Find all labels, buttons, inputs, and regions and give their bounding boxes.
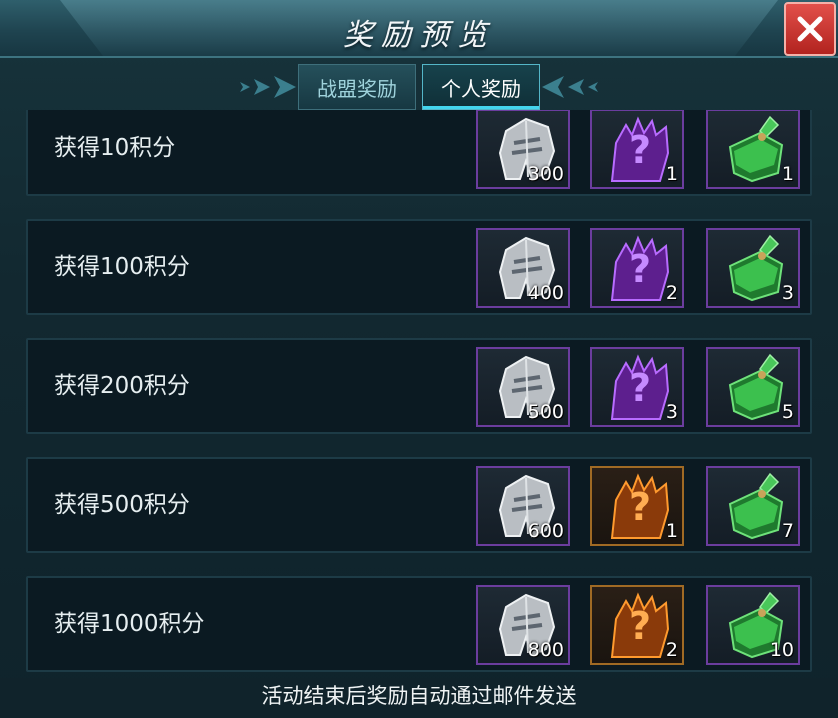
purple-mystery-mount-icon: ? — [610, 235, 670, 301]
reward-row: 获得500积分 600? 1 7 — [26, 457, 812, 553]
orange-mystery-mount-icon: ? — [610, 473, 670, 539]
green-potion-icon — [728, 115, 784, 183]
green-potion-icon — [728, 234, 784, 302]
tab-personal-rewards[interactable]: 个人奖励 — [422, 64, 540, 110]
reward-row: 获得100积分 400? 2 3 — [26, 219, 812, 315]
reward-item-count: 3 — [781, 282, 794, 304]
reward-item-count: 400 — [527, 282, 564, 304]
reward-item-slot[interactable]: 600 — [476, 466, 570, 546]
panel-title: 奖励预览 — [343, 18, 495, 53]
right-wing-ornament-icon — [542, 76, 598, 98]
reward-item-slot[interactable]: 3 — [706, 228, 800, 308]
reward-list[interactable]: 获得10积分 300? 1 1 获得100积分 400? 2 3 获得200积分 500… — [26, 110, 812, 678]
tab-guild-rewards[interactable]: 战盟奖励 — [298, 64, 416, 110]
reward-row: 获得1000积分 800? 2 10 — [26, 576, 812, 672]
reward-item-count: 1 — [665, 520, 678, 542]
green-potion-icon — [728, 353, 784, 421]
reward-row: 获得200积分 500? 3 5 — [26, 338, 812, 434]
tab-bar: 战盟奖励 个人奖励 — [0, 58, 838, 112]
left-wing-ornament-icon — [240, 76, 296, 98]
reward-row-label: 获得10积分 — [54, 135, 176, 161]
close-button[interactable] — [784, 2, 836, 56]
reward-item-count: 1 — [781, 163, 794, 185]
reward-item-count: 3 — [665, 401, 678, 423]
reward-row-label: 获得200积分 — [54, 373, 190, 399]
reward-row: 获得10积分 300? 1 1 — [26, 110, 812, 196]
reward-item-count: 2 — [665, 282, 678, 304]
reward-item-slot[interactable]: 10 — [706, 585, 800, 665]
reward-item-slot[interactable]: 1 — [706, 110, 800, 189]
reward-item-count: 600 — [527, 520, 564, 542]
reward-item-slot[interactable]: ? 2 — [590, 585, 684, 665]
reward-item-count: 500 — [527, 401, 564, 423]
close-x-icon — [797, 16, 823, 42]
green-potion-icon — [728, 472, 784, 540]
svg-text:?: ? — [629, 604, 651, 648]
reward-item-slot[interactable]: 800 — [476, 585, 570, 665]
purple-mystery-mount-icon: ? — [610, 354, 670, 420]
reward-row-label: 获得1000积分 — [54, 611, 205, 637]
reward-item-count: 7 — [781, 520, 794, 542]
reward-item-slot[interactable]: ? 2 — [590, 228, 684, 308]
reward-row-label: 获得500积分 — [54, 492, 190, 518]
svg-text:?: ? — [629, 366, 651, 410]
reward-preview-panel: 奖励预览 战盟奖励 个人奖励 获得10积分 300? 1 1 获得100积分 400… — [0, 0, 838, 718]
reward-item-slot[interactable]: 5 — [706, 347, 800, 427]
reward-row-label: 获得100积分 — [54, 254, 190, 280]
reward-item-slot[interactable]: 500 — [476, 347, 570, 427]
reward-item-count: 10 — [769, 639, 794, 661]
reward-item-slot[interactable]: 300 — [476, 110, 570, 189]
footer-note: 活动结束后奖励自动通过邮件发送 — [0, 678, 838, 718]
reward-item-slot[interactable]: 400 — [476, 228, 570, 308]
reward-item-slot[interactable]: ? 1 — [590, 466, 684, 546]
reward-item-count: 800 — [527, 639, 564, 661]
tab-personal-rewards-label: 个人奖励 — [441, 76, 521, 101]
reward-item-slot[interactable]: 7 — [706, 466, 800, 546]
reward-item-count: 300 — [527, 163, 564, 185]
title-bar: 奖励预览 — [0, 0, 838, 58]
reward-item-count: 2 — [665, 639, 678, 661]
tab-guild-rewards-label: 战盟奖励 — [317, 76, 397, 101]
svg-text:?: ? — [629, 485, 651, 529]
reward-item-count: 1 — [665, 163, 678, 185]
purple-mystery-mount-icon: ? — [610, 116, 670, 182]
orange-mystery-mount-icon: ? — [610, 592, 670, 658]
reward-item-slot[interactable]: ? 3 — [590, 347, 684, 427]
svg-text:?: ? — [629, 128, 651, 172]
reward-item-count: 5 — [781, 401, 794, 423]
svg-text:?: ? — [629, 247, 651, 291]
reward-item-slot[interactable]: ? 1 — [590, 110, 684, 189]
